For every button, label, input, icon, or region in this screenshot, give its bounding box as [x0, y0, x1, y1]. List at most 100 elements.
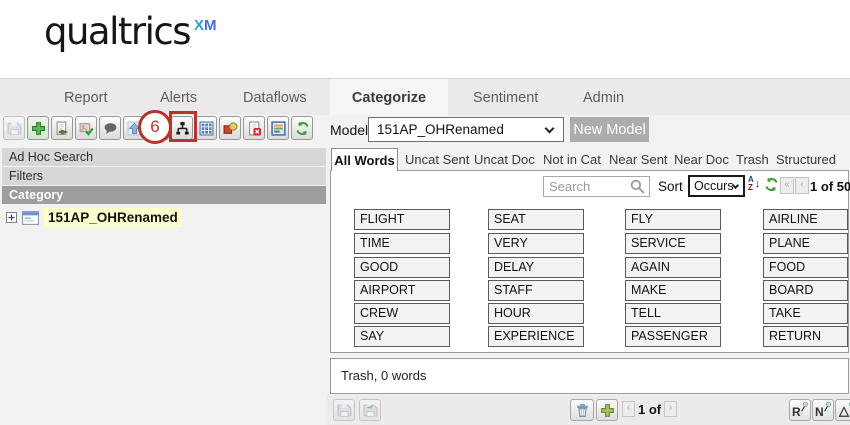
subtab-structured[interactable]: Structured: [776, 152, 836, 167]
tab-categorize-label: Categorize: [352, 90, 426, 106]
sort-select[interactable]: Occurs: [688, 175, 745, 197]
footer-prev-page-button[interactable]: ‹: [622, 401, 635, 417]
model-select[interactable]: 151AP_OHRenamed: [368, 117, 564, 142]
subtab-near-doc[interactable]: Near Doc: [674, 152, 729, 167]
document-x-icon: [247, 121, 262, 136]
word-box[interactable]: PASSENGER: [625, 326, 721, 347]
delete-document-button[interactable]: [243, 116, 265, 140]
grid-view-button[interactable]: [195, 116, 217, 140]
word-box[interactable]: EXPERIENCE: [488, 326, 584, 347]
word-box[interactable]: TAKE: [763, 303, 848, 324]
word-box[interactable]: PLANE: [763, 233, 848, 254]
footer-save-button[interactable]: [333, 399, 355, 421]
word-box[interactable]: CREW: [354, 303, 450, 324]
tab-admin[interactable]: Admin: [583, 90, 624, 106]
category-tree-item-label[interactable]: 151AP_OHRenamed: [44, 208, 182, 227]
word-box[interactable]: FLIGHT: [354, 209, 450, 230]
report-view-button[interactable]: [267, 116, 289, 140]
model-label: Model:: [330, 122, 372, 138]
plus-icon: [31, 121, 46, 136]
refresh-button[interactable]: [291, 116, 313, 140]
tab-sentiment[interactable]: Sentiment: [473, 90, 538, 106]
trash-icon: [575, 403, 590, 418]
word-box[interactable]: FOOD: [763, 257, 848, 278]
sidebar-section-category[interactable]: Category: [2, 186, 326, 204]
sidebar-section-ad-hoc-search[interactable]: Ad Hoc Search: [2, 148, 326, 166]
sort-direction-arrow-icon: ↓: [755, 176, 761, 192]
footer-add-button[interactable]: [596, 399, 618, 421]
word-box[interactable]: SERVICE: [625, 233, 721, 254]
floppy-disk-icon: [7, 121, 22, 136]
add-category-button[interactable]: [27, 116, 49, 140]
image-check-icon: [79, 121, 94, 136]
footer-save-apply-button[interactable]: [359, 399, 381, 421]
verify-image-button[interactable]: [75, 116, 97, 140]
tab-report[interactable]: Report: [64, 90, 108, 106]
speech-bubble-icon: [103, 121, 118, 136]
word-box[interactable]: RETURN: [763, 326, 848, 347]
word-box[interactable]: AGAIN: [625, 257, 721, 278]
tab-categorize[interactable]: Categorize: [330, 79, 448, 116]
primary-nav-bar: Report Alerts Dataflows Categorize Senti…: [0, 78, 850, 115]
grid-icon: [199, 121, 214, 136]
subtab-not-in-cat[interactable]: Not in Cat: [543, 152, 601, 167]
subtab-near-sent[interactable]: Near Sent: [609, 152, 668, 167]
new-mode-button[interactable]: N: [812, 399, 834, 421]
footer-next-page-button[interactable]: ›: [664, 401, 677, 417]
first-page-button[interactable]: «: [780, 177, 794, 194]
sort-az-z: Z: [748, 184, 754, 192]
word-box[interactable]: AIRLINE: [763, 209, 848, 230]
word-box[interactable]: FLY: [625, 209, 721, 230]
footer-trash-button[interactable]: [570, 399, 594, 421]
word-box[interactable]: VERY: [488, 233, 584, 254]
expand-plus-icon[interactable]: [6, 212, 17, 223]
search-icon[interactable]: [629, 178, 646, 195]
subtab-all-words[interactable]: All Words: [331, 148, 398, 171]
word-box[interactable]: SAY: [354, 326, 450, 347]
shapes-button[interactable]: [219, 116, 241, 140]
green-pin-icon: [796, 400, 810, 414]
sidebar-section-filters[interactable]: Filters: [2, 167, 326, 185]
sort-label: Sort: [658, 179, 683, 194]
trash-drop-panel[interactable]: Trash, 0 words: [330, 358, 849, 394]
word-box[interactable]: STAFF: [488, 280, 584, 301]
xm-logo-superscript: XM: [194, 17, 217, 34]
qualtrics-logo: qualtrics: [44, 10, 190, 53]
subtab-uncat-doc[interactable]: Uncat Doc: [474, 152, 535, 167]
word-box[interactable]: AIRPORT: [354, 280, 450, 301]
category-tree-item[interactable]: 151AP_OHRenamed: [6, 208, 182, 227]
floppy-disk-icon: [337, 403, 352, 418]
trash-panel-label: Trash, 0 words: [331, 359, 848, 383]
tab-dataflows[interactable]: Dataflows: [243, 90, 307, 106]
word-box[interactable]: MAKE: [625, 280, 721, 301]
plus-icon: [600, 403, 615, 418]
word-box[interactable]: DELAY: [488, 257, 584, 278]
word-box[interactable]: GOOD: [354, 257, 450, 278]
save-button[interactable]: [3, 116, 25, 140]
tab-alerts[interactable]: Alerts: [160, 90, 197, 106]
model-select-value: 151AP_OHRenamed: [377, 122, 504, 137]
green-pin-icon: [842, 400, 850, 414]
annotation-step-number: 6: [150, 117, 159, 137]
annotation-step-badge: 6: [138, 110, 172, 144]
word-box[interactable]: SEAT: [488, 209, 584, 230]
sort-az-icon[interactable]: A Z ↓: [748, 176, 760, 192]
floppy-disk-arrow-icon: [363, 403, 378, 418]
prev-page-button[interactable]: ‹: [795, 177, 809, 194]
export-document-button[interactable]: [51, 116, 73, 140]
word-box[interactable]: BOARD: [763, 280, 848, 301]
chevron-down-icon: [545, 124, 555, 134]
word-box[interactable]: TELL: [625, 303, 721, 324]
rename-mode-button[interactable]: R: [789, 399, 811, 421]
word-page-indicator: 1 of 50-: [810, 179, 850, 194]
report-list-icon: [271, 121, 286, 136]
word-box[interactable]: TIME: [354, 233, 450, 254]
delta-mode-button[interactable]: △: [835, 399, 850, 421]
document-export-icon: [55, 121, 70, 136]
comment-button[interactable]: [99, 116, 121, 140]
refresh-words-icon[interactable]: [764, 177, 779, 192]
subtab-trash[interactable]: Trash: [736, 152, 769, 167]
new-model-button[interactable]: New Model: [570, 117, 649, 142]
word-box[interactable]: HOUR: [488, 303, 584, 324]
subtab-uncat-sent[interactable]: Uncat Sent: [405, 152, 469, 167]
